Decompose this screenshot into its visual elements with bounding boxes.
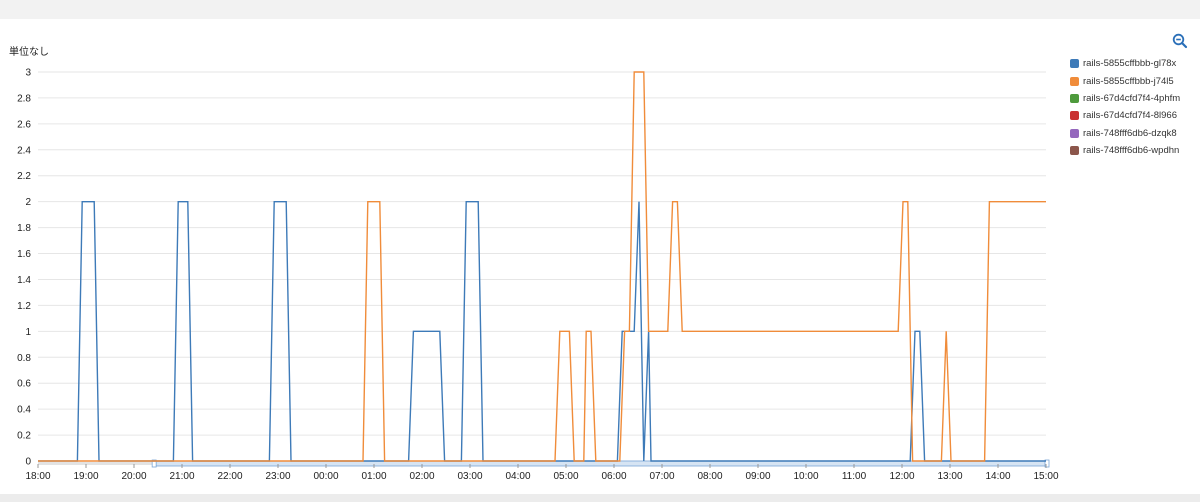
x-tick-label: 04:00	[505, 471, 530, 482]
y-tick-label: 2.4	[17, 145, 31, 156]
x-tick-label: 14:00	[985, 471, 1010, 482]
x-tick-label: 06:00	[601, 471, 626, 482]
x-tick-label: 10:00	[793, 471, 818, 482]
x-tick-label: 11:00	[842, 471, 867, 482]
y-tick-label: 0.2	[17, 431, 31, 442]
x-tick-label: 03:00	[457, 471, 482, 482]
x-tick-label: 13:00	[937, 471, 962, 482]
y-tick-label: 2.8	[17, 93, 31, 104]
y-unit-label: 単位なし	[9, 45, 49, 58]
y-tick-label: 1.4	[17, 275, 31, 286]
y-tick-label: 1	[25, 327, 31, 338]
x-tick-label: 12:00	[889, 471, 914, 482]
legend-item-2[interactable]: rails-5855cffbbb-j74l5	[1070, 72, 1195, 89]
legend-label: rails-748fff6db6-wpdhn	[1083, 145, 1180, 157]
legend-label: rails-5855cffbbb-j74l5	[1083, 75, 1174, 87]
x-tick-label: 19:00	[73, 471, 98, 482]
legend-swatch	[1070, 111, 1079, 121]
x-tick-label: 01:00	[361, 471, 386, 482]
x-tick-label: 08:00	[697, 471, 722, 482]
legend-label: rails-67d4cfd7f4-8l966	[1083, 110, 1178, 122]
y-tick-label: 2.6	[17, 119, 31, 130]
time-range-selector[interactable]	[153, 460, 1048, 467]
x-tick-label: 15:00	[1033, 471, 1058, 482]
zoom-out-button[interactable]	[1172, 33, 1188, 49]
legend-item-5[interactable]: rails-748fff6db6-dzqk8	[1070, 125, 1195, 142]
x-tick-label: 22:00	[217, 471, 242, 482]
x-tick-label: 21:00	[169, 471, 194, 482]
y-tick-label: 2	[25, 197, 31, 208]
x-tick-label: 23:00	[265, 471, 290, 482]
y-tick-label: 0.4	[17, 405, 31, 416]
y-tick-label: 3	[25, 68, 31, 79]
x-tick-label: 00:00	[313, 471, 338, 482]
legend-label: rails-67d4cfd7f4-4phfm	[1083, 92, 1181, 104]
legend: rails-5855cffbbb-gl78x rails-5855cffbbb-j…	[1070, 55, 1195, 159]
legend-item-4[interactable]: rails-67d4cfd7f4-8l966	[1070, 107, 1195, 124]
x-tick-label: 20:00	[121, 471, 146, 482]
y-tick-label: 0.8	[17, 353, 31, 364]
y-tick-label: 1.6	[17, 249, 31, 260]
legend-swatch	[1070, 146, 1079, 156]
zoom-out-icon	[1172, 33, 1188, 49]
legend-item-6[interactable]: rails-748fff6db6-wpdhn	[1070, 142, 1195, 159]
y-tick-label: 1.8	[17, 223, 31, 234]
legend-label: rails-748fff6db6-dzqk8	[1083, 127, 1177, 139]
legend-swatch	[1070, 93, 1079, 103]
legend-swatch	[1070, 76, 1079, 86]
y-tick-label: 0	[25, 457, 31, 468]
y-tick-label: 1.2	[17, 301, 31, 312]
legend-item-3[interactable]: rails-67d4cfd7f4-4phfm	[1070, 90, 1195, 107]
legend-label: rails-5855cffbbb-gl78x	[1083, 58, 1177, 70]
x-tick-label: 09:00	[745, 471, 770, 482]
y-tick-label: 2.2	[17, 171, 31, 182]
x-tick-label: 07:00	[649, 471, 674, 482]
legend-item-1[interactable]: rails-5855cffbbb-gl78x	[1070, 55, 1195, 72]
x-tick-label: 05:00	[553, 471, 578, 482]
legend-swatch	[1070, 59, 1079, 69]
legend-swatch	[1070, 128, 1079, 138]
line-chart: 単位なし 0 0.2 0.4 0.6 0.8 1 1.2 1.4 1.6 1.8 2 2.2 2.4 2.6…	[9, 45, 1059, 482]
y-tick-label: 0.6	[17, 379, 31, 390]
x-tick-label: 18:00	[25, 471, 50, 482]
x-tick-label: 02:00	[409, 471, 434, 482]
